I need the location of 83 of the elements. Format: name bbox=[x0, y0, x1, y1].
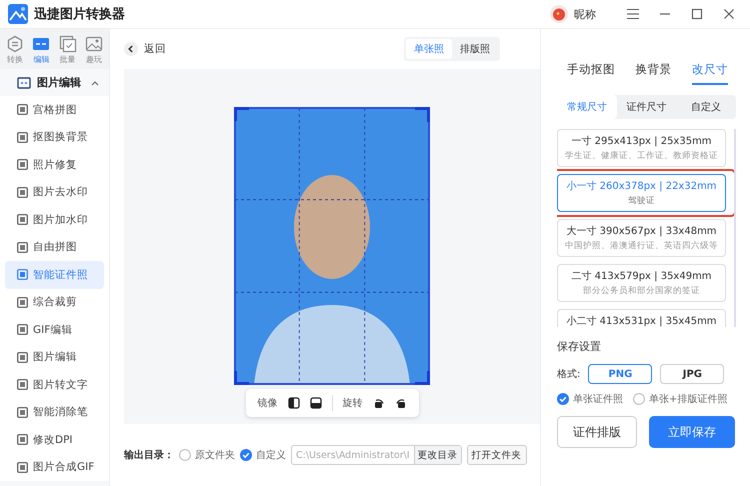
tool-icon bbox=[17, 434, 28, 446]
sidebar-item[interactable]: 图片转文字 bbox=[5, 371, 104, 398]
path-field[interactable]: C:\Users\Administrator\I 更改目录 bbox=[291, 445, 462, 465]
sidebar-item[interactable]: 宫格拼图 bbox=[5, 96, 104, 124]
rotate-label: 旋转 bbox=[342, 396, 362, 410]
size-tab[interactable]: 自定义 bbox=[676, 95, 736, 119]
sidebar-item[interactable]: 图片去水印 bbox=[5, 178, 104, 206]
tool-icon bbox=[17, 352, 28, 363]
sidebar-item[interactable]: 图片合成GIF bbox=[5, 454, 104, 481]
sidebar-item[interactable]: 修改DPI bbox=[5, 426, 104, 454]
sidebar-item[interactable]: 智能消除笔 bbox=[5, 398, 104, 426]
edit-tab[interactable]: 换背景 bbox=[636, 59, 672, 85]
sidebar-item[interactable]: 自由拼图 bbox=[5, 234, 104, 261]
tool-icon bbox=[17, 186, 28, 198]
change-folder-button[interactable]: 更改目录 bbox=[414, 446, 461, 464]
tool-icon bbox=[17, 406, 28, 418]
sidebar-item[interactable]: 照片修复 bbox=[5, 151, 104, 178]
caret-icon[interactable] bbox=[91, 80, 99, 86]
edit-icon bbox=[17, 76, 31, 88]
layers-icon bbox=[58, 35, 77, 53]
size-usage: 驾驶证 bbox=[628, 195, 655, 207]
size-title: 二寸 413x579px | 35x49mm bbox=[571, 270, 712, 283]
flip-horizontal-icon[interactable] bbox=[288, 397, 300, 409]
save-button[interactable]: 立即保存 bbox=[649, 416, 735, 448]
open-folder-button[interactable]: 打开文件夹 bbox=[466, 445, 527, 465]
mirror-label: 镜像 bbox=[258, 396, 278, 410]
image-icon bbox=[84, 35, 103, 53]
flip-vertical-icon[interactable] bbox=[310, 397, 322, 409]
edit-tab[interactable]: 改尺寸 bbox=[692, 59, 728, 85]
tool-icon bbox=[17, 132, 28, 143]
tool-icon bbox=[17, 104, 28, 116]
layout-button[interactable]: 证件排版 bbox=[557, 416, 637, 448]
size-usage: 中国护照、港澳通行证、英语四六级等 bbox=[565, 240, 718, 252]
tool-icon bbox=[17, 324, 28, 336]
size-title: 小二寸 413x531px | 35x45mm bbox=[566, 314, 717, 327]
layout-option[interactable]: 单张证件照 bbox=[557, 392, 623, 406]
size-usage: 学生证、健康证、工作证、教师资格证 bbox=[565, 150, 718, 162]
group-title[interactable]: 图片编辑 bbox=[37, 75, 85, 90]
size-option[interactable]: 一寸 295x413px | 25x35mm 学生证、健康证、工作证、教师资格证 bbox=[557, 129, 726, 167]
size-tab[interactable]: 证件尺寸 bbox=[616, 95, 676, 119]
size-title: 大一寸 390x567px | 33x48mm bbox=[566, 224, 717, 238]
size-option[interactable]: 大一寸 390x567px | 33x48mm 中国护照、港澳通行证、英语四六级等 bbox=[557, 219, 726, 257]
size-option[interactable]: 小二寸 413x531px | 35x45mm bbox=[557, 309, 726, 327]
back-button[interactable]: 返回 bbox=[124, 42, 166, 56]
size-option[interactable]: 小一寸 260x378px | 22x32mm 驾驶证 bbox=[557, 174, 726, 212]
mode-tab[interactable]: 编辑 bbox=[32, 35, 50, 65]
sidebar-item[interactable]: 图片加水印 bbox=[5, 206, 104, 234]
tool-icon bbox=[17, 462, 28, 473]
sidebar-item[interactable]: 图片编辑 bbox=[5, 344, 104, 371]
edit-icon bbox=[32, 35, 50, 53]
view-tab[interactable]: 排版照 bbox=[452, 39, 498, 59]
edit-tab[interactable]: 手动抠图 bbox=[567, 59, 615, 85]
size-title: 小一寸 260x378px | 22x32mm bbox=[566, 180, 717, 193]
view-tab[interactable]: 单张照 bbox=[406, 39, 452, 59]
folder-option[interactable]: 自定义 bbox=[240, 448, 286, 462]
size-usage: 部分公务员和部分国家的签证 bbox=[583, 285, 700, 297]
tool-icon bbox=[17, 159, 28, 170]
avatar-icon[interactable] bbox=[550, 5, 568, 23]
output-label: 输出目录： bbox=[124, 448, 174, 462]
save-settings-title: 保存设置 bbox=[557, 339, 602, 354]
layout-option[interactable]: 单张+排版证件照 bbox=[633, 392, 728, 406]
tool-icon bbox=[17, 214, 28, 226]
format-button[interactable]: PNG bbox=[588, 364, 652, 384]
sidebar-item[interactable]: 综合裁剪 bbox=[5, 288, 104, 316]
tool-icon bbox=[17, 296, 28, 308]
rotate-right-icon[interactable] bbox=[372, 397, 384, 409]
format-label: 格式: bbox=[557, 368, 580, 381]
sidebar-item[interactable]: 抠图换背景 bbox=[5, 124, 104, 151]
size-tab[interactable]: 常规尺寸 bbox=[557, 95, 617, 119]
hexagon-icon bbox=[6, 35, 24, 53]
size-option[interactable]: 二寸 413x579px | 35x49mm 部分公务员和部分国家的签证 bbox=[557, 264, 726, 302]
user-name[interactable]: 昵称 bbox=[574, 6, 596, 22]
back-icon bbox=[124, 42, 138, 56]
tool-icon bbox=[17, 379, 28, 390]
format-button[interactable]: JPG bbox=[660, 364, 724, 384]
folder-option[interactable]: 原文件夹 bbox=[179, 448, 235, 462]
tool-icon bbox=[17, 242, 28, 253]
app-title: 迅捷图片转换器 bbox=[34, 6, 125, 23]
app-logo-icon bbox=[8, 4, 28, 24]
rotate-left-icon[interactable] bbox=[394, 397, 406, 409]
sidebar-item[interactable]: GIF编辑 bbox=[5, 316, 104, 344]
size-title: 一寸 295x413px | 25x35mm bbox=[571, 134, 712, 148]
tool-icon bbox=[17, 269, 28, 280]
